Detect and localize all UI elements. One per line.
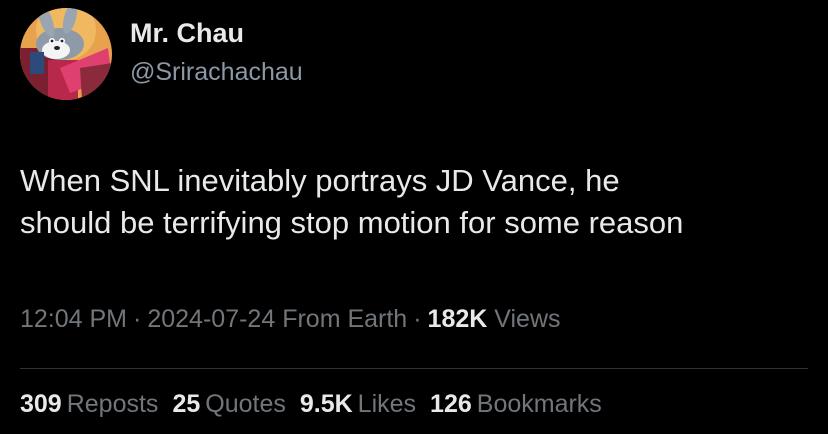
reposts-label: Reposts (66, 390, 159, 418)
tweet-text: When SNL inevitably portrays JD Vance, h… (20, 160, 820, 244)
reposts-stat[interactable]: 309 Reposts (20, 390, 158, 419)
likes-label: Likes (357, 390, 417, 418)
reposts-count: 309 (20, 390, 62, 418)
quotes-stat[interactable]: 25 Quotes (172, 390, 285, 419)
quotes-label: Quotes (205, 390, 286, 418)
views-label: Views (494, 305, 561, 333)
tweet-date[interactable]: 2024-07-24 (147, 305, 275, 333)
separator-dot: · (413, 305, 422, 333)
bookmarks-label: Bookmarks (476, 390, 602, 418)
likes-stat[interactable]: 9.5K Likes (300, 390, 416, 419)
bookmarks-stat[interactable]: 126 Bookmarks (430, 390, 602, 419)
tweet-text-line: should be terrifying stop motion for som… (20, 205, 684, 240)
bookmarks-count: 126 (430, 390, 472, 418)
divider (20, 368, 808, 369)
tweet-text-line: When SNL inevitably portrays JD Vance, h… (20, 163, 620, 198)
views-count: 182K (427, 305, 488, 333)
engagement-stats: 309 Reposts 25 Quotes 9.5K Likes 126 Bookmarks (20, 390, 616, 419)
quotes-count: 25 (172, 390, 201, 418)
tweet-detail: Mr. Chau @Srirachachau When SNL inevitab… (0, 0, 828, 434)
avatar[interactable] (20, 8, 112, 100)
author-handle[interactable]: @Srirachachau (130, 58, 303, 87)
tweet-location: From Earth (282, 305, 408, 333)
author-display-name[interactable]: Mr. Chau (130, 18, 244, 49)
tweet-time[interactable]: 12:04 PM (20, 305, 127, 333)
likes-count: 9.5K (299, 390, 353, 418)
cartoon-rabbit-avatar-icon (20, 8, 112, 100)
separator-dot: · (133, 305, 142, 333)
tweet-meta: 12:04 PM · 2024-07-24 From Earth · 182K View… (20, 305, 561, 334)
